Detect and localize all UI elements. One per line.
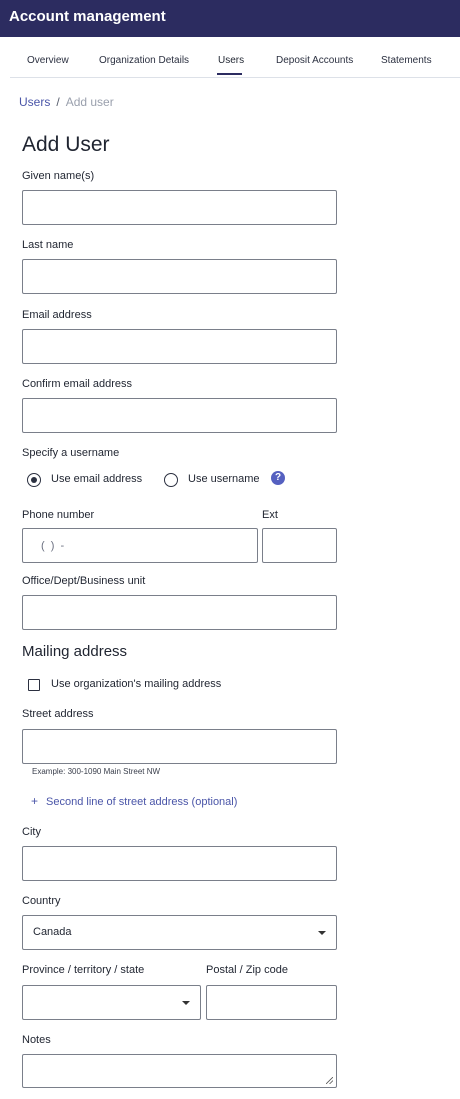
tab-users[interactable]: Users <box>218 55 244 66</box>
use-email-radio[interactable] <box>27 473 41 487</box>
province-label: Province / territory / state <box>22 964 145 976</box>
breadcrumb-current: Add user <box>65 95 114 109</box>
use-org-address-checkbox[interactable] <box>28 679 40 691</box>
email-input[interactable] <box>22 329 337 364</box>
city-input[interactable] <box>22 846 337 881</box>
given-name-label: Given name(s) <box>22 170 95 182</box>
street-address-input[interactable] <box>22 729 337 764</box>
tab-overview[interactable]: Overview <box>27 55 69 66</box>
city-label: City <box>22 826 41 838</box>
app-header: Account management <box>0 0 460 37</box>
chevron-down-icon <box>318 931 326 935</box>
email-label: Email address <box>22 309 92 321</box>
last-name-label: Last name <box>22 239 74 251</box>
active-tab-indicator <box>217 73 242 75</box>
given-name-input[interactable] <box>22 190 337 225</box>
notes-label: Notes <box>22 1034 51 1046</box>
street-address-hint: Example: 300-1090 Main Street NW <box>32 767 161 776</box>
phone-input[interactable] <box>22 528 258 563</box>
office-input[interactable] <box>22 595 337 630</box>
breadcrumb-users-link[interactable]: Users <box>19 95 50 109</box>
use-email-radio-label[interactable]: Use email address <box>51 473 142 485</box>
postal-code-input[interactable] <box>206 985 337 1020</box>
ext-input[interactable] <box>262 528 337 563</box>
breadcrumb: Users / Add user <box>19 95 114 109</box>
use-username-radio-label[interactable]: Use username <box>188 473 260 485</box>
confirm-email-label: Confirm email address <box>22 378 133 390</box>
username-choice-label: Specify a username <box>22 447 120 459</box>
app-title: Account management <box>9 8 166 25</box>
postal-code-label: Postal / Zip code <box>206 964 288 976</box>
confirm-email-input[interactable] <box>22 398 337 433</box>
office-label: Office/Dept/Business unit <box>22 575 146 587</box>
add-second-line-label: Second line of street address (optional) <box>46 796 238 808</box>
notes-textarea[interactable] <box>22 1054 337 1088</box>
phone-label: Phone number <box>22 509 95 521</box>
mailing-address-heading: Mailing address <box>22 643 128 660</box>
last-name-input[interactable] <box>22 259 337 294</box>
chevron-down-icon <box>182 1001 190 1005</box>
help-icon[interactable]: ? <box>271 471 285 485</box>
use-username-radio[interactable] <box>164 473 178 487</box>
country-select[interactable]: Canada <box>22 915 337 950</box>
street-address-label: Street address <box>22 708 94 720</box>
country-label: Country <box>22 895 61 907</box>
province-select[interactable] <box>22 985 201 1020</box>
resize-grip-icon[interactable] <box>326 1077 333 1084</box>
tab-deposit-accounts[interactable]: Deposit Accounts <box>276 55 353 66</box>
tab-statements[interactable]: Statements <box>381 55 432 66</box>
country-value: Canada <box>33 926 72 938</box>
plus-icon: + <box>31 794 39 808</box>
breadcrumb-separator: / <box>56 95 60 109</box>
page-title: Add User <box>22 133 110 156</box>
ext-label: Ext <box>262 509 278 521</box>
use-org-address-label[interactable]: Use organization's mailing address <box>51 678 221 690</box>
add-second-line-link[interactable]: + Second line of street address (optional… <box>31 794 237 808</box>
tab-organization-details[interactable]: Organization Details <box>99 55 189 66</box>
